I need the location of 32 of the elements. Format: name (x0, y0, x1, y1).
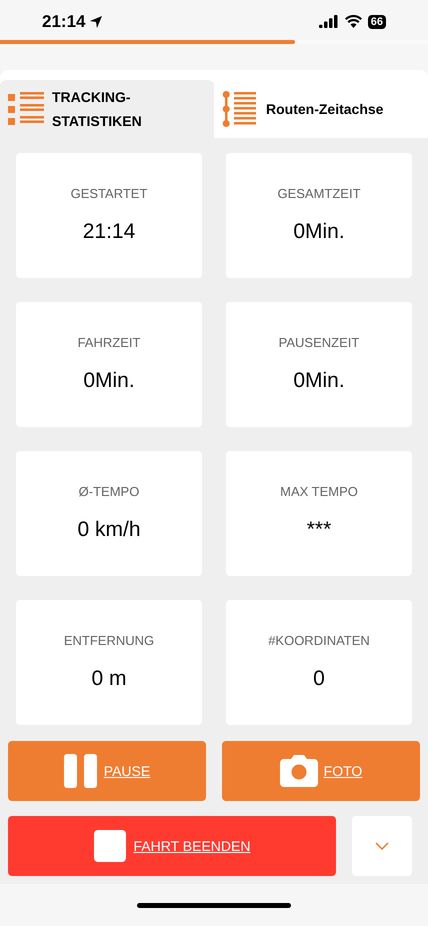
stat-value: 0 m (91, 666, 126, 692)
list-icon (8, 92, 44, 126)
stat-value: 0Min. (293, 218, 345, 244)
signal-icon (318, 15, 339, 28)
stat-label: ENTFERNUNG (64, 632, 154, 650)
status-time: 21:14 (42, 11, 86, 34)
stat-value: 0 km/h (77, 516, 141, 542)
stat-value: 0Min. (293, 368, 345, 394)
stat-value: 21:14 (82, 218, 136, 244)
stat-label: FAHRZEIT (78, 334, 140, 352)
action-button[interactable]: FOTO (222, 741, 420, 801)
stat-value: *** (306, 516, 332, 542)
stat-label: MAX TEMPO (280, 483, 358, 501)
stat-label: GESTARTET (70, 185, 148, 203)
chevron-down-icon (375, 842, 389, 850)
stat-value: 0 (313, 666, 325, 692)
action-button[interactable]: FAHRT BEENDEN (8, 816, 336, 876)
stat-label: GESAMTZEIT (277, 185, 361, 203)
battery-indicator: 66 (368, 14, 386, 29)
action-button[interactable]: PAUSE (8, 741, 206, 801)
stat-value: 0Min. (83, 368, 135, 394)
tab[interactable]: TRACKING-STATISTIKEN (0, 80, 214, 138)
location-arrow-icon (89, 14, 104, 29)
stat-label: PAUSENZEIT (278, 334, 360, 352)
stop-icon (94, 830, 126, 862)
expand-button[interactable] (352, 816, 412, 876)
wifi-icon (344, 15, 362, 28)
pause-icon (64, 754, 98, 788)
camera-icon (280, 755, 318, 787)
stat-label: Ø-TEMPO (78, 483, 140, 501)
stat-label: #KOORDINATEN (268, 632, 370, 650)
timeline-icon (222, 91, 258, 127)
